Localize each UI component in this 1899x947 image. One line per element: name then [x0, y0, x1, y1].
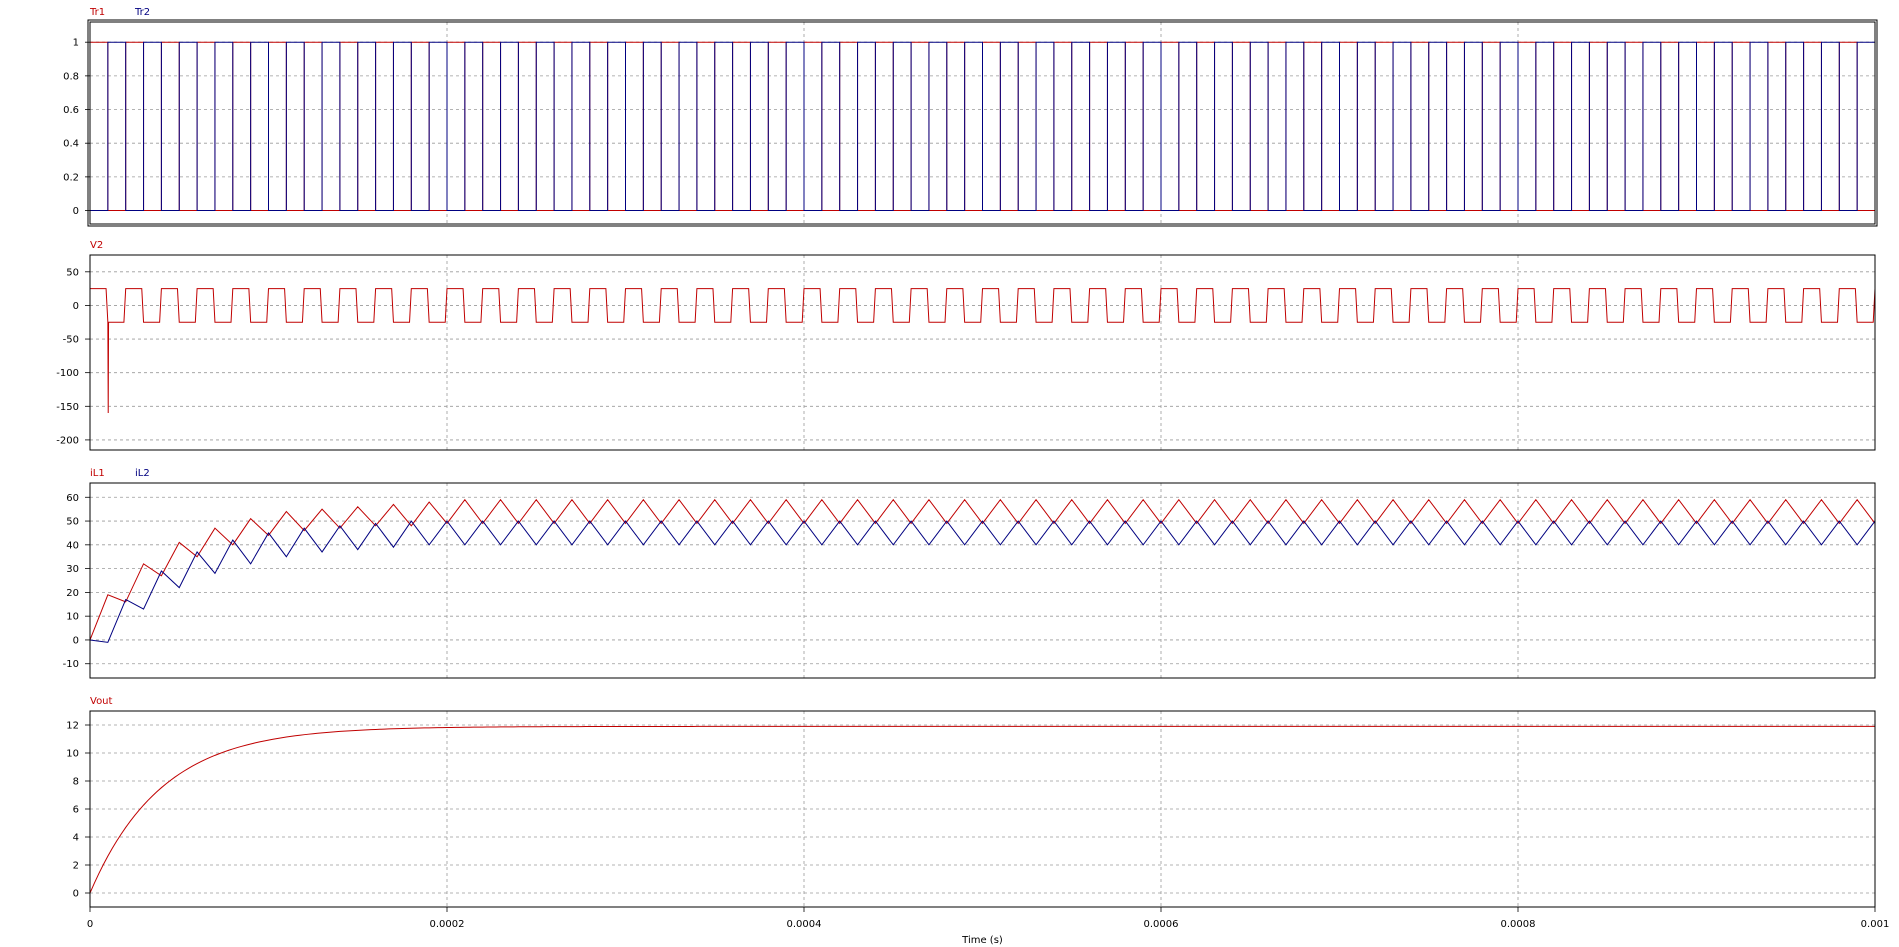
y-tick-label: 6 — [73, 805, 79, 816]
x-tick-label: 0.001 — [1861, 919, 1890, 930]
legend-il1: iL1 — [90, 468, 105, 479]
y-tick-label: 0 — [73, 635, 79, 646]
y-tick-label: -150 — [56, 402, 79, 413]
y-tick-label: -200 — [56, 435, 79, 446]
y-tick-label: 0 — [73, 301, 79, 312]
legend-tr2: Tr2 — [134, 7, 150, 18]
x-axis-title: Time (s) — [961, 935, 1003, 946]
y-tick-label: 8 — [73, 777, 79, 788]
series-tr2 — [89, 41, 1876, 212]
y-tick-label: 4 — [73, 833, 79, 844]
y-tick-label: 10 — [66, 749, 79, 760]
series-v2 — [90, 288, 1876, 414]
y-tick-label: 50 — [66, 517, 79, 528]
y-tick-label: 0 — [73, 889, 79, 900]
legend-tr1: Tr1 — [89, 7, 105, 18]
x-tick-label: 0.0002 — [430, 919, 465, 930]
y-tick-label: 20 — [66, 588, 79, 599]
panel-4: 0 2 4 6 8 10 12 Vout — [66, 696, 1876, 908]
legend-il2: iL2 — [135, 468, 150, 479]
panel-frame — [89, 254, 1876, 451]
panel-frame — [89, 710, 1876, 908]
y-tick-label: 30 — [66, 564, 79, 575]
y-tick-label: 1 — [73, 38, 79, 49]
y-tick-label: 0.2 — [63, 172, 79, 183]
y-tick-label: -10 — [63, 659, 79, 670]
x-tick-label: 0.0006 — [1144, 919, 1179, 930]
legend-vout: Vout — [90, 696, 113, 707]
waveform-chart: 00.20.40.60.81Tr1 Tr2-200-150-100-50050V2… — [56, 7, 1890, 946]
y-tick-label: 50 — [66, 267, 79, 278]
y-tick-label: 0.6 — [63, 105, 79, 116]
panel-frame — [89, 482, 1876, 679]
y-tick-label: -50 — [63, 335, 79, 346]
y-tick-label: 40 — [66, 540, 79, 551]
panel-3: -10 0 10 20 30 40 50 60 iL1 iL2 — [63, 468, 1876, 679]
y-tick-label: 60 — [66, 493, 79, 504]
legend-v2: V2 — [90, 240, 103, 251]
panel-2: -200 -150 -100 -50 0 50 V2 — [56, 240, 1876, 451]
y-tick-label: 0 — [73, 206, 79, 217]
panel-1: 0 0.2 0.4 0.6 0.8 1 Tr1 Tr2 — [63, 7, 1878, 227]
series-vout — [89, 725, 1875, 894]
y-tick-label: 10 — [66, 612, 79, 623]
x-tick-label: 0 — [87, 919, 93, 930]
series-il2 — [89, 520, 1876, 643]
x-tick-label: 0.0004 — [787, 919, 822, 930]
y-tick-label: -100 — [56, 368, 79, 379]
x-tick-label: 0.0008 — [1501, 919, 1536, 930]
y-tick-label: 0.8 — [63, 71, 79, 82]
y-tick-label: 0.4 — [63, 139, 79, 150]
y-tick-label: 2 — [73, 861, 79, 872]
y-tick-label: 12 — [66, 721, 79, 732]
